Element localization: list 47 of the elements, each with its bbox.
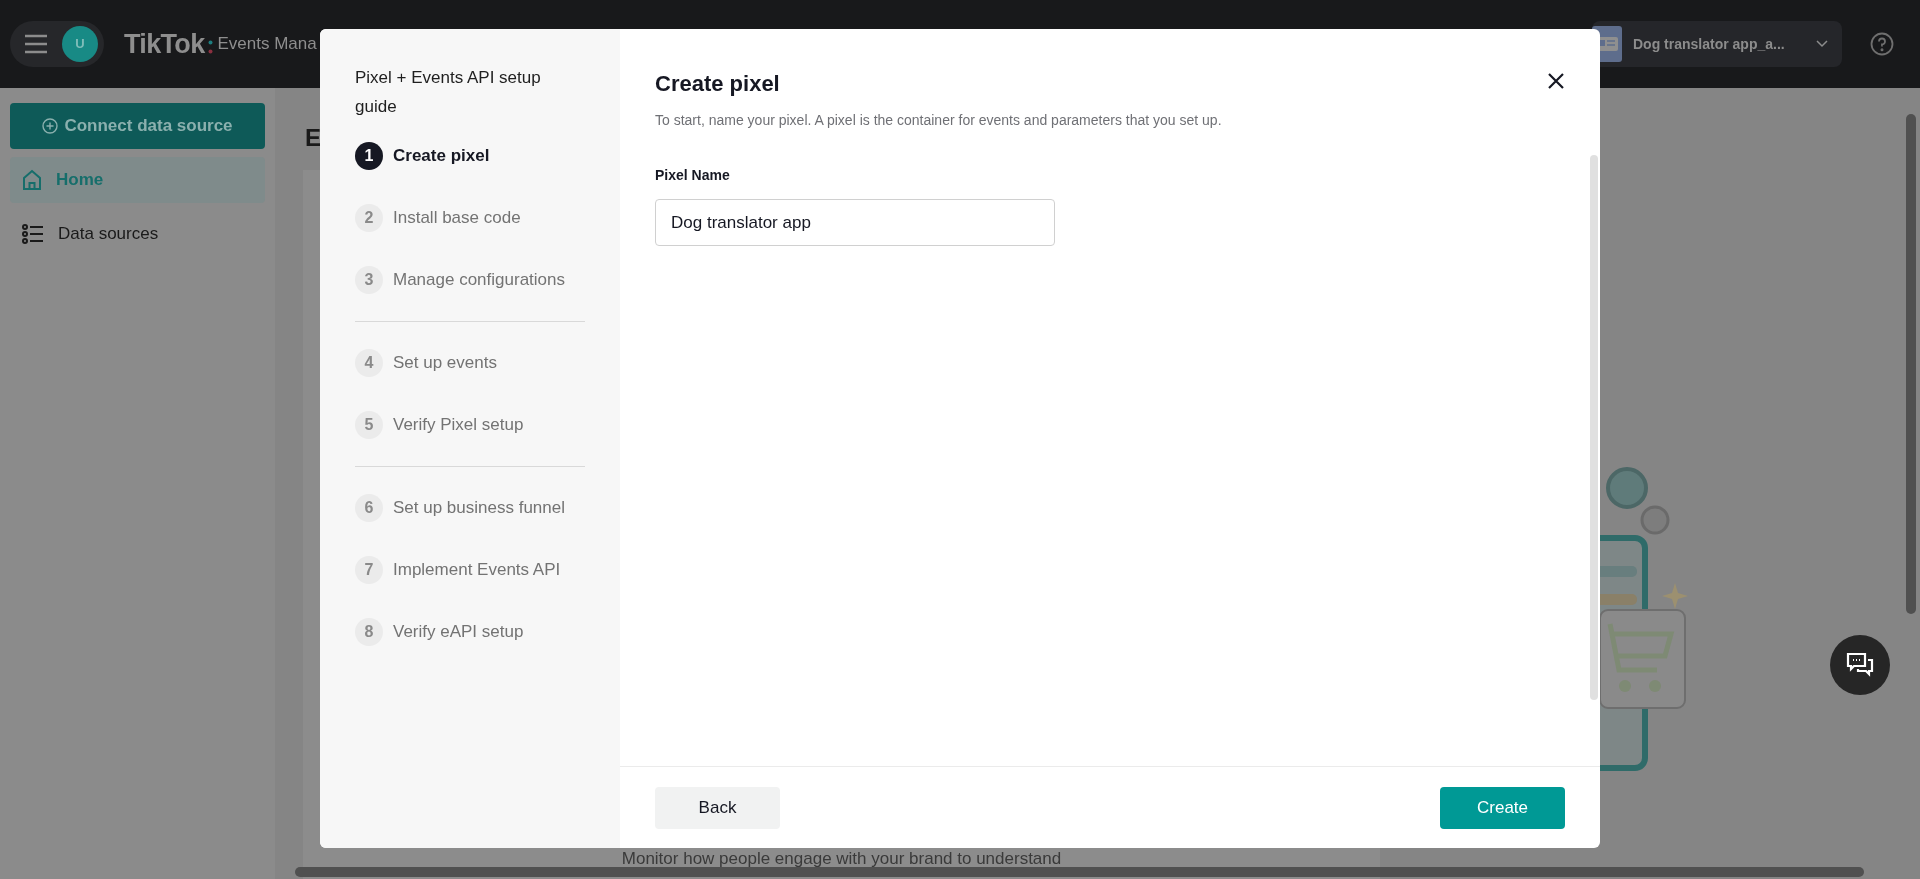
step-number: 6 — [355, 494, 383, 522]
step-number: 1 — [355, 142, 383, 170]
pixel-name-field[interactable]: Dog translator app — [655, 199, 1055, 246]
account-selector[interactable]: Dog translator app_a... — [1592, 21, 1842, 67]
step-label: Manage configurations — [393, 269, 565, 292]
connect-data-source-button[interactable]: Connect data source — [10, 103, 265, 149]
chevron-down-icon — [1816, 40, 1828, 48]
dialog-description: To start, name your pixel. A pixel is the container for events and parameters that you set up. — [655, 111, 1223, 130]
dialog-title: Create pixel — [655, 70, 780, 98]
step-number: 5 — [355, 411, 383, 439]
step-number: 7 — [355, 556, 383, 584]
step-label: Verify Pixel setup — [393, 414, 524, 437]
product-name: Events Mana — [217, 33, 317, 56]
chat-icon — [1846, 652, 1874, 678]
step-number: 2 — [355, 204, 383, 232]
sidebar-item[interactable]: Data sources — [10, 211, 265, 257]
step-label: Create pixel — [393, 145, 490, 168]
logo: TikTok — [124, 27, 205, 61]
step-number: 4 — [355, 349, 383, 377]
menu-icon[interactable] — [24, 34, 48, 54]
guide-step[interactable]: 6 Set up business funnel — [355, 477, 585, 539]
list-icon — [22, 224, 44, 244]
plus-circle-icon — [42, 118, 59, 134]
guide-step[interactable]: 1 Create pixel — [355, 125, 585, 187]
step-number: 3 — [355, 266, 383, 294]
guide-step[interactable]: 7 Implement Events API — [355, 539, 585, 601]
guide-step[interactable]: 4 Set up events — [355, 332, 585, 394]
colon-icon — [208, 40, 214, 54]
page-heading: E — [305, 123, 321, 153]
step-label: Implement Events API — [393, 559, 561, 582]
create-button[interactable]: Create — [1440, 786, 1565, 829]
guide-title: Pixel + Events API setup guide — [355, 67, 542, 118]
home-icon — [22, 169, 42, 191]
guide-step[interactable]: 2 Install base code — [355, 187, 585, 249]
step-label: Verify eAPI setup — [393, 621, 524, 644]
step-label: Set up business funnel — [393, 497, 565, 520]
back-button[interactable]: Back — [655, 786, 780, 829]
field-label: Pixel Name — [655, 166, 731, 185]
close-icon[interactable] — [1548, 73, 1564, 89]
guide-step[interactable]: 8 Verify eAPI setup — [355, 601, 585, 663]
help-icon[interactable] — [1870, 32, 1894, 56]
guide-step[interactable]: 5 Verify Pixel setup — [355, 394, 585, 456]
step-label: Install base code — [393, 207, 521, 230]
step-number: 8 — [355, 618, 383, 646]
step-label: Set up events — [393, 352, 497, 375]
guide-step[interactable]: 3 Manage configurations — [355, 249, 585, 311]
card-description: Monitor how people engage with your brand to understand — [621, 847, 1062, 870]
